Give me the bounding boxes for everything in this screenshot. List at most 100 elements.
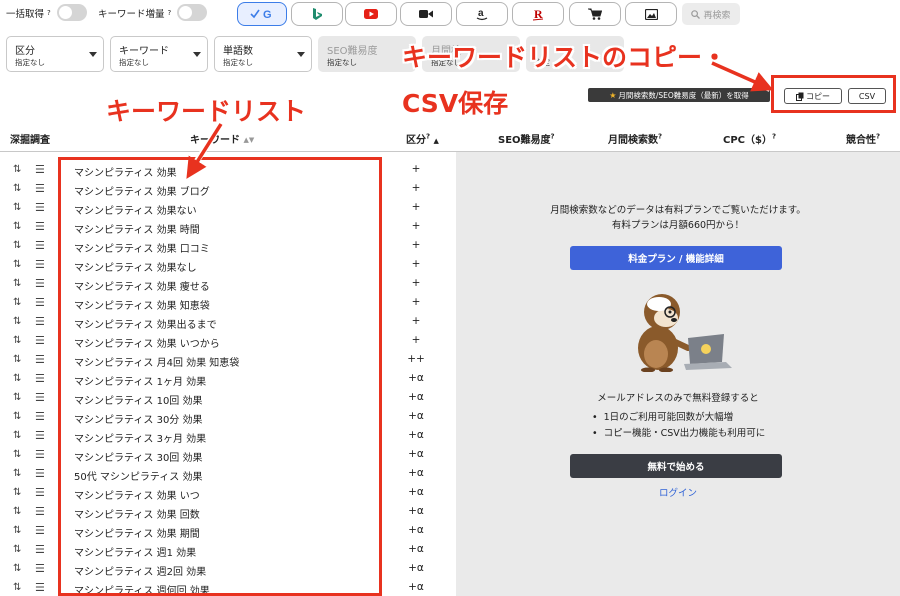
category-cell: +α <box>408 543 424 555</box>
deep-dive-icon[interactable]: ⇅ <box>13 202 21 213</box>
deep-dive-icon[interactable]: ⇅ <box>13 259 21 270</box>
deep-dive-icon[interactable]: ⇅ <box>13 468 21 479</box>
google-icon: G <box>250 9 272 21</box>
deep-dive-icon[interactable]: ⇅ <box>13 582 21 593</box>
menu-icon[interactable]: ☰ <box>35 410 45 423</box>
header-category[interactable]: 区分? ▲ <box>406 131 439 146</box>
menu-icon[interactable]: ☰ <box>35 277 45 290</box>
menu-icon[interactable]: ☰ <box>35 315 45 328</box>
deep-dive-icon[interactable]: ⇅ <box>13 430 21 441</box>
deep-dive-icon[interactable]: ⇅ <box>13 506 21 517</box>
deep-dive-icon[interactable]: ⇅ <box>13 392 21 403</box>
chevron-down-icon <box>193 52 201 57</box>
menu-icon[interactable]: ☰ <box>35 543 45 556</box>
category-cell: +α <box>408 486 424 498</box>
menu-icon[interactable]: ☰ <box>35 163 45 176</box>
header-competition[interactable]: 競合性? <box>846 131 880 146</box>
reload-button[interactable]: 再検索 <box>682 3 740 25</box>
engine-google-button[interactable]: G <box>237 2 287 26</box>
category-cell: + <box>411 201 421 213</box>
fetch-premium-data-button[interactable]: ★ 月間検索数/SEO難易度（最新）を取得 <box>588 88 770 102</box>
filter-label: 単語数 <box>223 46 253 57</box>
start-free-button[interactable]: 無料で始める <box>570 454 782 478</box>
deep-dive-icon[interactable]: ⇅ <box>13 411 21 422</box>
menu-icon[interactable]: ☰ <box>35 182 45 195</box>
category-cell: + <box>411 182 421 194</box>
keyword-boost-label: キーワード増量 <box>98 8 165 20</box>
menu-icon[interactable]: ☰ <box>35 353 45 366</box>
deep-dive-icon[interactable]: ⇅ <box>13 525 21 536</box>
menu-icon[interactable]: ☰ <box>35 258 45 271</box>
deep-dive-icon[interactable]: ⇅ <box>13 563 21 574</box>
filter-keyword[interactable]: キーワード 指定なし <box>110 36 208 72</box>
deep-dive-icon[interactable]: ⇅ <box>13 449 21 460</box>
header-seo-difficulty[interactable]: SEO難易度? <box>498 131 555 146</box>
menu-icon[interactable]: ☰ <box>35 505 45 518</box>
deep-dive-icon[interactable]: ⇅ <box>13 544 21 555</box>
menu-icon[interactable]: ☰ <box>35 486 45 499</box>
engine-youtube-button[interactable] <box>345 2 397 26</box>
chevron-down-icon <box>297 52 305 57</box>
header-monthly-volume[interactable]: 月間検索数? <box>608 131 662 146</box>
menu-icon[interactable]: ☰ <box>35 201 45 214</box>
deep-dive-icon[interactable]: ⇅ <box>13 487 21 498</box>
filter-value: 指定なし <box>223 58 253 67</box>
signup-benefit-text: メールアドレスのみで無料登録すると <box>597 393 759 404</box>
category-cell: +α <box>408 391 424 403</box>
deep-dive-icon[interactable]: ⇅ <box>13 316 21 327</box>
sort-icon: ▲▼ <box>243 136 255 144</box>
header-keyword[interactable]: キーワード ▲▼ <box>190 131 254 146</box>
menu-icon[interactable]: ☰ <box>35 429 45 442</box>
menu-icon[interactable]: ☰ <box>35 220 45 233</box>
menu-icon[interactable]: ☰ <box>35 296 45 309</box>
login-link[interactable]: ログイン <box>456 485 900 499</box>
image-icon <box>644 8 658 20</box>
filter-label: SEO難易度 <box>327 46 378 57</box>
category-cell: +α <box>408 505 424 517</box>
deep-dive-icon[interactable]: ⇅ <box>13 183 21 194</box>
menu-icon[interactable]: ☰ <box>35 467 45 480</box>
keyword-boost-switch[interactable] <box>177 4 208 21</box>
deep-dive-icon[interactable]: ⇅ <box>13 221 21 232</box>
deep-dive-icon[interactable]: ⇅ <box>13 335 21 346</box>
amazon-icon: a <box>476 8 488 21</box>
engine-amazon-button[interactable]: a <box>456 2 508 26</box>
bulk-fetch-toggle-group: 一括取得? <box>6 4 87 21</box>
help-icon[interactable]: ? <box>47 9 51 17</box>
deep-dive-icon[interactable]: ⇅ <box>13 240 21 251</box>
engine-shopping-button[interactable] <box>569 2 621 26</box>
filter-label: キーワード <box>119 46 169 57</box>
engine-bing-button[interactable] <box>291 2 343 26</box>
menu-icon[interactable]: ☰ <box>35 581 45 594</box>
menu-icon[interactable]: ☰ <box>35 448 45 461</box>
plan-details-button[interactable]: 料金プラン / 機能詳細 <box>570 246 782 270</box>
deep-dive-icon[interactable]: ⇅ <box>13 278 21 289</box>
keyword-boost-toggle-group: キーワード増量? <box>98 4 208 21</box>
engine-images-button[interactable] <box>625 2 677 26</box>
bulk-fetch-switch[interactable] <box>56 4 87 21</box>
deep-dive-icon[interactable]: ⇅ <box>13 354 21 365</box>
category-cell: + <box>411 334 421 346</box>
engine-rakuten-button[interactable]: R <box>512 2 564 26</box>
copy-csv-annotation-line2: CSV保存 <box>402 89 509 118</box>
menu-icon[interactable]: ☰ <box>35 372 45 385</box>
svg-text:a: a <box>478 8 484 19</box>
filter-category[interactable]: 区分 指定なし <box>6 36 104 72</box>
header-cpc[interactable]: CPC（$）? <box>723 131 776 146</box>
help-icon[interactable]: ? <box>168 9 172 17</box>
engine-video-button[interactable] <box>400 2 452 26</box>
header-deep-dive: 深掘調査 <box>10 135 50 146</box>
filter-value: 指定なし <box>327 58 357 67</box>
menu-icon[interactable]: ☰ <box>35 391 45 404</box>
deep-dive-icon[interactable]: ⇅ <box>13 297 21 308</box>
deep-dive-icon[interactable]: ⇅ <box>13 373 21 384</box>
filter-word-count[interactable]: 単語数 指定なし <box>214 36 312 72</box>
keyword-list-annotation: キーワードリスト <box>106 97 307 126</box>
menu-icon[interactable]: ☰ <box>35 562 45 575</box>
menu-icon[interactable]: ☰ <box>35 524 45 537</box>
keyword-list-highlight <box>58 157 382 596</box>
menu-icon[interactable]: ☰ <box>35 239 45 252</box>
filter-label: 区分 <box>15 46 35 57</box>
menu-icon[interactable]: ☰ <box>35 334 45 347</box>
deep-dive-icon[interactable]: ⇅ <box>13 164 21 175</box>
